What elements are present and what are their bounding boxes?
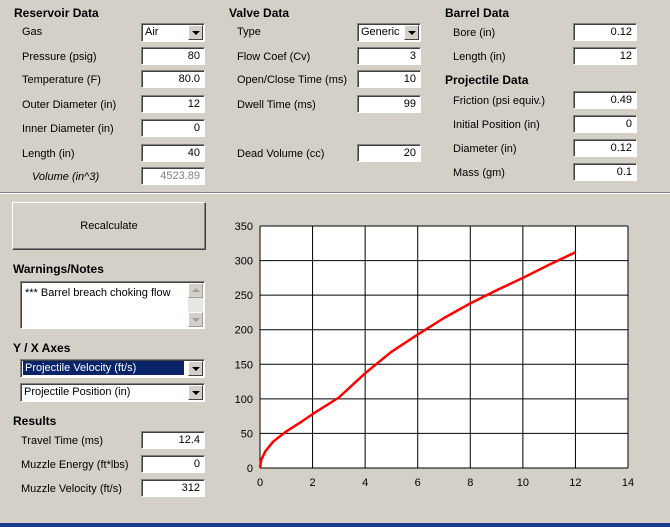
- gas-select[interactable]: Air: [141, 23, 205, 42]
- outer-diameter-field[interactable]: 12: [141, 95, 205, 113]
- friction-field[interactable]: 0.49: [573, 91, 637, 109]
- initial-position-label: Initial Position (in): [453, 119, 540, 131]
- volume-label: Volume (in^3): [32, 171, 100, 183]
- projectile-diameter-field[interactable]: 0.12: [573, 139, 637, 157]
- x-axis-select[interactable]: Projectile Position (in): [20, 383, 205, 402]
- scroll-down-icon[interactable]: [188, 312, 203, 327]
- chevron-down-icon[interactable]: [404, 25, 419, 40]
- y-tick-label: 300: [235, 256, 253, 268]
- projectile-diameter-label: Diameter (in): [453, 143, 517, 155]
- open-close-time-label: Open/Close Time (ms): [237, 74, 348, 86]
- dwell-time-label: Dwell Time (ms): [237, 99, 316, 111]
- recalculate-button[interactable]: Recalculate: [12, 202, 206, 250]
- x-axis-select-value: Projectile Position (in): [24, 386, 131, 398]
- gas-select-value: Air: [145, 26, 159, 38]
- y-tick-label: 200: [235, 325, 253, 337]
- travel-time-label: Travel Time (ms): [21, 435, 104, 447]
- y-axis-select[interactable]: Projectile Velocity (ft/s): [20, 359, 205, 378]
- scroll-up-icon[interactable]: [188, 283, 203, 298]
- reservoir-length-field[interactable]: 40: [141, 144, 205, 162]
- chevron-down-icon[interactable]: [188, 361, 203, 376]
- barrel-data-title: Barrel Data: [445, 6, 510, 20]
- valve-type-label: Type: [237, 26, 261, 38]
- flow-coef-label: Flow Coef (Cv): [237, 51, 311, 63]
- muzzle-velocity-field[interactable]: 312: [141, 479, 205, 497]
- bore-label: Bore (in): [453, 27, 496, 39]
- y-tick-label: 50: [241, 428, 253, 440]
- x-tick-label: 0: [257, 477, 263, 489]
- initial-position-field[interactable]: 0: [573, 115, 637, 133]
- results-title: Results: [13, 414, 57, 428]
- window-bottom-edge: [0, 523, 670, 527]
- x-tick-label: 6: [415, 477, 421, 489]
- flow-coef-field[interactable]: 3: [357, 47, 421, 65]
- y-tick-label: 0: [247, 463, 253, 475]
- projectile-data-title: Projectile Data: [445, 73, 529, 87]
- inner-diameter-field[interactable]: 0: [141, 119, 205, 137]
- warnings-box[interactable]: *** Barrel breach choking flow: [20, 281, 205, 329]
- x-tick-label: 2: [310, 477, 316, 489]
- y-tick-label: 250: [235, 290, 253, 302]
- volume-field: 4523.89: [141, 167, 205, 185]
- gas-label: Gas: [22, 26, 43, 38]
- warnings-title: Warnings/Notes: [13, 262, 104, 276]
- valve-type-value: Generic: [361, 26, 400, 38]
- axes-title: Y / X Axes: [13, 341, 71, 355]
- muzzle-energy-field[interactable]: 0: [141, 455, 205, 473]
- dead-volume-label: Dead Volume (cc): [237, 148, 325, 160]
- plot-area: [260, 226, 628, 468]
- y-tick-label: 100: [235, 394, 253, 406]
- muzzle-energy-label: Muzzle Energy (ft*lbs): [21, 459, 129, 471]
- valve-type-select[interactable]: Generic: [357, 23, 421, 42]
- dwell-time-field[interactable]: 99: [357, 95, 421, 113]
- muzzle-velocity-label: Muzzle Velocity (ft/s): [21, 483, 122, 495]
- reservoir-length-label: Length (in): [22, 148, 75, 160]
- x-tick-label: 14: [622, 477, 634, 489]
- mass-field[interactable]: 0.1: [573, 163, 637, 181]
- reservoir-data-title: Reservoir Data: [14, 6, 99, 20]
- y-axis-select-value: Projectile Velocity (ft/s): [23, 361, 184, 375]
- x-tick-label: 10: [517, 477, 529, 489]
- warnings-scrollbar[interactable]: [188, 283, 203, 327]
- valve-data-title: Valve Data: [229, 6, 290, 20]
- x-tick-label: 4: [362, 477, 368, 489]
- y-tick-label: 150: [235, 359, 253, 371]
- x-tick-label: 12: [569, 477, 581, 489]
- temperature-label: Temperature (F): [22, 74, 101, 86]
- open-close-time-field[interactable]: 10: [357, 70, 421, 88]
- friction-label: Friction (psi equiv.): [453, 95, 546, 107]
- pressure-label: Pressure (psig): [22, 51, 97, 63]
- y-tick-label: 350: [235, 221, 253, 233]
- bore-field[interactable]: 0.12: [573, 23, 637, 41]
- travel-time-field[interactable]: 12.4: [141, 431, 205, 449]
- dead-volume-field[interactable]: 20: [357, 144, 421, 162]
- barrel-length-label: Length (in): [453, 51, 506, 63]
- x-tick-label: 8: [467, 477, 473, 489]
- barrel-length-field[interactable]: 12: [573, 47, 637, 65]
- outer-diameter-label: Outer Diameter (in): [22, 99, 117, 111]
- velocity-position-chart: 0 2 4 6 8 10 12 14 0 50 100 150 200 250 300 350: [212, 212, 662, 518]
- pressure-field[interactable]: 80: [141, 47, 205, 65]
- temperature-field[interactable]: 80.0: [141, 70, 205, 88]
- chevron-down-icon[interactable]: [188, 385, 203, 400]
- inner-diameter-label: Inner Diameter (in): [22, 123, 114, 135]
- warnings-text: *** Barrel breach choking flow: [25, 287, 171, 299]
- chevron-down-icon[interactable]: [188, 25, 203, 40]
- mass-label: Mass (gm): [453, 167, 505, 179]
- section-divider: [0, 192, 670, 194]
